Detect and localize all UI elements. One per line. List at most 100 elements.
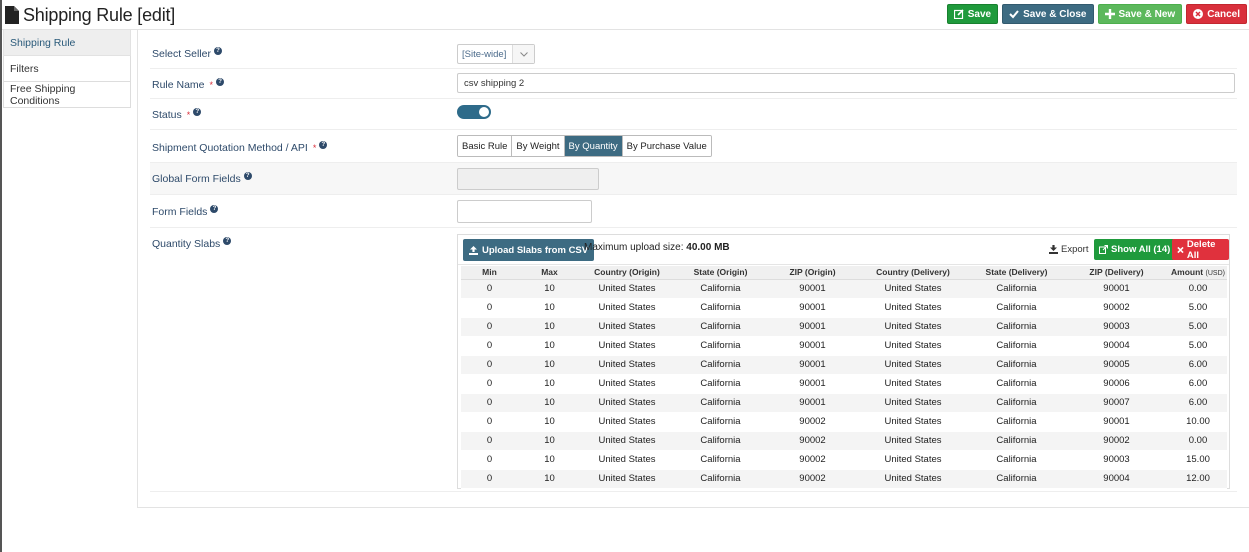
help-icon[interactable]: ? [213, 47, 222, 55]
cell-zip-origin: 90001 [768, 279, 857, 299]
cell-zip-delivery: 90007 [1064, 393, 1169, 413]
cell-min: 0 [461, 336, 518, 356]
page-title-text: Shipping Rule [edit] [23, 4, 176, 25]
cell-max: 10 [518, 431, 581, 451]
cell-zip-delivery: 90003 [1064, 317, 1169, 337]
cell-min: 0 [461, 450, 518, 470]
cell-zip-delivery: 90004 [1064, 469, 1169, 489]
cell-country-origin: United States [581, 412, 673, 432]
sidebar-item-free-shipping-conditions[interactable]: Free Shipping Conditions [3, 82, 131, 108]
cell-min: 0 [461, 469, 518, 489]
cell-state-origin: California [673, 450, 768, 470]
method-basic-rule[interactable]: Basic Rule [458, 136, 513, 156]
cell-state-delivery: California [969, 355, 1064, 375]
rule-name-row: Rule Name * ? csv shipping 2 [150, 69, 1237, 99]
edit-icon [953, 9, 964, 19]
cell-country-delivery: United States [857, 374, 969, 394]
help-icon[interactable]: ? [223, 237, 232, 245]
table-row: 0 10 United States California 90001 United St… [461, 374, 1227, 394]
cell-zip-delivery: 90001 [1064, 279, 1169, 299]
save-new-button-label: Save & New [1118, 8, 1176, 20]
cell-amount: 5.00 [1169, 298, 1227, 318]
save-new-button[interactable]: Save & New [1097, 4, 1183, 24]
cell-zip-delivery: 90003 [1064, 450, 1169, 470]
slabs-body: 0 10 United States California 90001 United St… [461, 279, 1227, 489]
quotation-method-label: Shipment Quotation Method / API * ? [152, 141, 328, 154]
cell-min: 0 [461, 374, 518, 394]
help-icon[interactable]: ? [216, 78, 225, 86]
sidebar-item-label: Shipping Rule [10, 36, 76, 49]
cell-zip-origin: 90001 [768, 298, 857, 318]
seller-select[interactable]: [Site-wide] [457, 44, 535, 64]
status-toggle[interactable] [457, 105, 491, 119]
cell-state-origin: California [673, 279, 768, 299]
cell-zip-delivery: 90002 [1064, 431, 1169, 451]
cell-max: 10 [518, 298, 581, 318]
method-by-purchase-value[interactable]: By Purchase Value [622, 136, 711, 156]
cell-country-delivery: United States [857, 450, 969, 470]
upload-slabs-label: Upload Slabs from CSV [482, 244, 589, 256]
required-mark: * [312, 143, 317, 153]
upload-slabs-button[interactable]: Upload Slabs from CSV [463, 239, 595, 261]
cell-state-origin: California [673, 336, 768, 356]
cell-amount: 12.00 [1169, 469, 1227, 489]
cell-amount: 15.00 [1169, 450, 1227, 470]
cell-country-delivery: United States [857, 317, 969, 337]
column-header-state-delivery: State (Delivery) [969, 266, 1064, 280]
cell-state-delivery: California [969, 298, 1064, 318]
help-icon[interactable]: ? [319, 141, 328, 149]
rule-name-label: Rule Name * ? [152, 78, 225, 91]
cell-country-delivery: United States [857, 336, 969, 356]
form-fields-input[interactable] [457, 200, 592, 223]
cell-zip-delivery: 90006 [1064, 374, 1169, 394]
export-link[interactable]: Export [1049, 244, 1088, 255]
cell-zip-origin: 90001 [768, 355, 857, 375]
cancel-button[interactable]: Cancel [1186, 4, 1247, 24]
select-seller-label: Select Seller ? [152, 47, 222, 60]
cell-state-delivery: California [969, 431, 1064, 451]
cell-min: 0 [461, 317, 518, 337]
cell-zip-origin: 90001 [768, 393, 857, 413]
show-all-button[interactable]: Show All (14) [1094, 239, 1176, 260]
help-icon[interactable]: ? [210, 205, 219, 213]
cell-state-delivery: California [969, 279, 1064, 299]
cell-amount: 0.00 [1169, 279, 1227, 299]
cell-zip-origin: 90002 [768, 469, 857, 489]
amount-unit: (USD) [1205, 270, 1225, 278]
cell-country-origin: United States [581, 355, 673, 375]
cell-state-origin: California [673, 355, 768, 375]
method-by-quantity[interactable]: By Quantity [564, 136, 623, 156]
delete-all-button[interactable]: Delete All [1172, 239, 1229, 261]
cell-country-delivery: United States [857, 469, 969, 489]
sidebar-item-filters[interactable]: Filters [3, 56, 131, 82]
cell-min: 0 [461, 298, 518, 318]
cell-state-origin: California [673, 317, 768, 337]
save-close-button[interactable]: Save & Close [1002, 4, 1094, 24]
form-fields-label-text: Form Fields [152, 206, 208, 218]
global-form-fields-label: Global Form Fields ? [152, 172, 252, 185]
save-button[interactable]: Save [946, 4, 999, 24]
close-icon [1177, 246, 1184, 253]
sidebar-item-label: Free Shipping Conditions [10, 82, 76, 107]
sidebar-item-shipping-rule[interactable]: Shipping Rule [3, 30, 131, 56]
cell-zip-origin: 90002 [768, 450, 857, 470]
status-label: Status * ? [152, 108, 202, 121]
max-upload-text: Maximum upload size: [584, 242, 684, 253]
help-icon[interactable]: ? [193, 108, 202, 116]
cell-zip-origin: 90002 [768, 431, 857, 451]
column-header-country-origin: Country (Origin) [581, 266, 673, 280]
cell-country-origin: United States [581, 393, 673, 413]
cell-min: 0 [461, 355, 518, 375]
cell-country-origin: United States [581, 431, 673, 451]
cell-max: 10 [518, 469, 581, 489]
cell-zip-delivery: 90005 [1064, 355, 1169, 375]
table-row: 0 10 United States California 90002 United St… [461, 412, 1227, 432]
cancel-button-label: Cancel [1207, 8, 1240, 20]
cell-country-delivery: United States [857, 431, 969, 451]
document-icon [5, 6, 19, 24]
help-icon[interactable]: ? [243, 172, 252, 180]
method-by-weight[interactable]: By Weight [512, 136, 565, 156]
sidebar: Shipping Rule Filters Free Shipping Cond… [3, 30, 131, 108]
rule-name-input[interactable]: csv shipping 2 [457, 73, 1235, 93]
cell-max: 10 [518, 279, 581, 299]
